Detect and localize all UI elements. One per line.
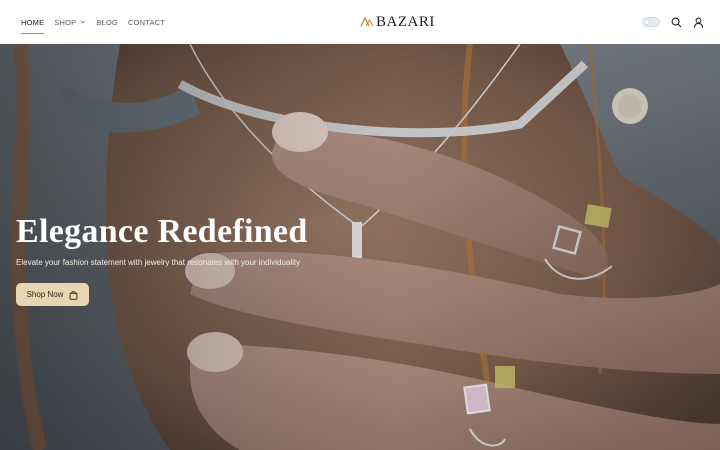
nav-shop[interactable]: SHOP	[54, 0, 86, 44]
theme-toggle[interactable]	[642, 17, 660, 27]
header-actions	[642, 12, 704, 32]
chevron-down-icon	[81, 20, 86, 24]
hero-subtitle: Elevate your fashion statement with jewe…	[16, 258, 301, 267]
nav-contact[interactable]: CONTACT	[128, 0, 165, 44]
nav-blog[interactable]: BLOG	[96, 0, 118, 44]
user-icon	[693, 17, 703, 28]
shop-now-label: Shop Now	[26, 290, 64, 299]
brand-name: BAZARI	[376, 13, 435, 30]
search-icon	[671, 17, 681, 27]
search-button[interactable]	[670, 16, 682, 28]
nav-shop-label: SHOP	[54, 17, 77, 27]
nav-home[interactable]: HOME	[21, 0, 45, 44]
hero-banner: Elegance Redefined Elevate your fashion …	[0, 44, 720, 450]
brand-logo[interactable]: BAZARI	[360, 12, 435, 32]
logo-mark-icon	[360, 17, 374, 27]
toggle-knob	[644, 19, 650, 25]
account-button[interactable]	[692, 16, 704, 28]
hero-content: Elegance Redefined Elevate your fashion …	[16, 212, 416, 306]
main-nav: HOME SHOP BLOG CONTACT	[21, 0, 165, 44]
hero-title: Elegance Redefined	[16, 213, 308, 250]
bag-icon	[70, 290, 78, 300]
shop-now-button[interactable]: Shop Now	[16, 283, 89, 306]
site-header: HOME SHOP BLOG CONTACT BAZARI	[0, 0, 720, 44]
